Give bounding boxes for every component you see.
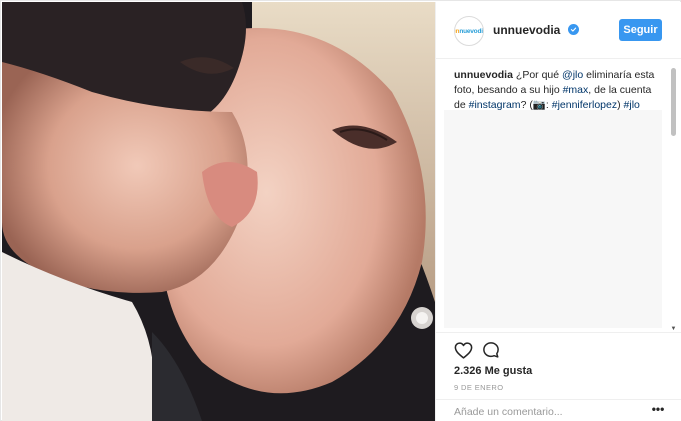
avatar-logo: unnuevodia xyxy=(455,27,484,35)
post-side-panel: unnuevodia unnuevodia Seguir unnuevodia¿… xyxy=(435,2,681,421)
post-frame: unnuevodia unnuevodia Seguir unnuevodia¿… xyxy=(0,0,681,421)
avatar[interactable]: unnuevodia xyxy=(454,16,484,46)
comments-list-placeholder xyxy=(444,110,662,328)
heart-icon[interactable] xyxy=(452,339,474,361)
more-options-icon[interactable]: ••• xyxy=(650,403,666,418)
comment-bubble-icon[interactable] xyxy=(480,339,502,361)
mention-link[interactable]: @jlo xyxy=(562,69,583,81)
comments-area: unnuevodia ¿Por qué @jlo eliminaría esta … xyxy=(436,60,681,332)
scrollbar-thumb[interactable] xyxy=(671,68,676,136)
comment-input[interactable] xyxy=(454,405,634,419)
comments-scrollbar[interactable]: ▼ xyxy=(670,62,677,332)
likes-count[interactable]: 2.326 Me gusta xyxy=(454,365,532,377)
hashtag-max[interactable]: #max xyxy=(563,84,589,96)
follow-button[interactable]: Seguir xyxy=(619,19,662,41)
post-actions: 2.326 Me gusta 9 DE ENERO ••• xyxy=(436,332,681,421)
caption-text: unnuevodia ¿Por qué @jlo eliminaría esta … xyxy=(454,69,655,111)
photo-image xyxy=(2,2,435,421)
post-photo[interactable] xyxy=(2,2,435,421)
caption-username[interactable]: unnuevodia xyxy=(454,69,513,81)
post-header: unnuevodia unnuevodia Seguir xyxy=(436,2,681,59)
comment-form: ••• xyxy=(436,399,681,421)
username-link[interactable]: unnuevodia xyxy=(493,23,560,37)
post-date[interactable]: 9 DE ENERO xyxy=(454,383,503,392)
verified-badge-icon xyxy=(568,24,579,35)
